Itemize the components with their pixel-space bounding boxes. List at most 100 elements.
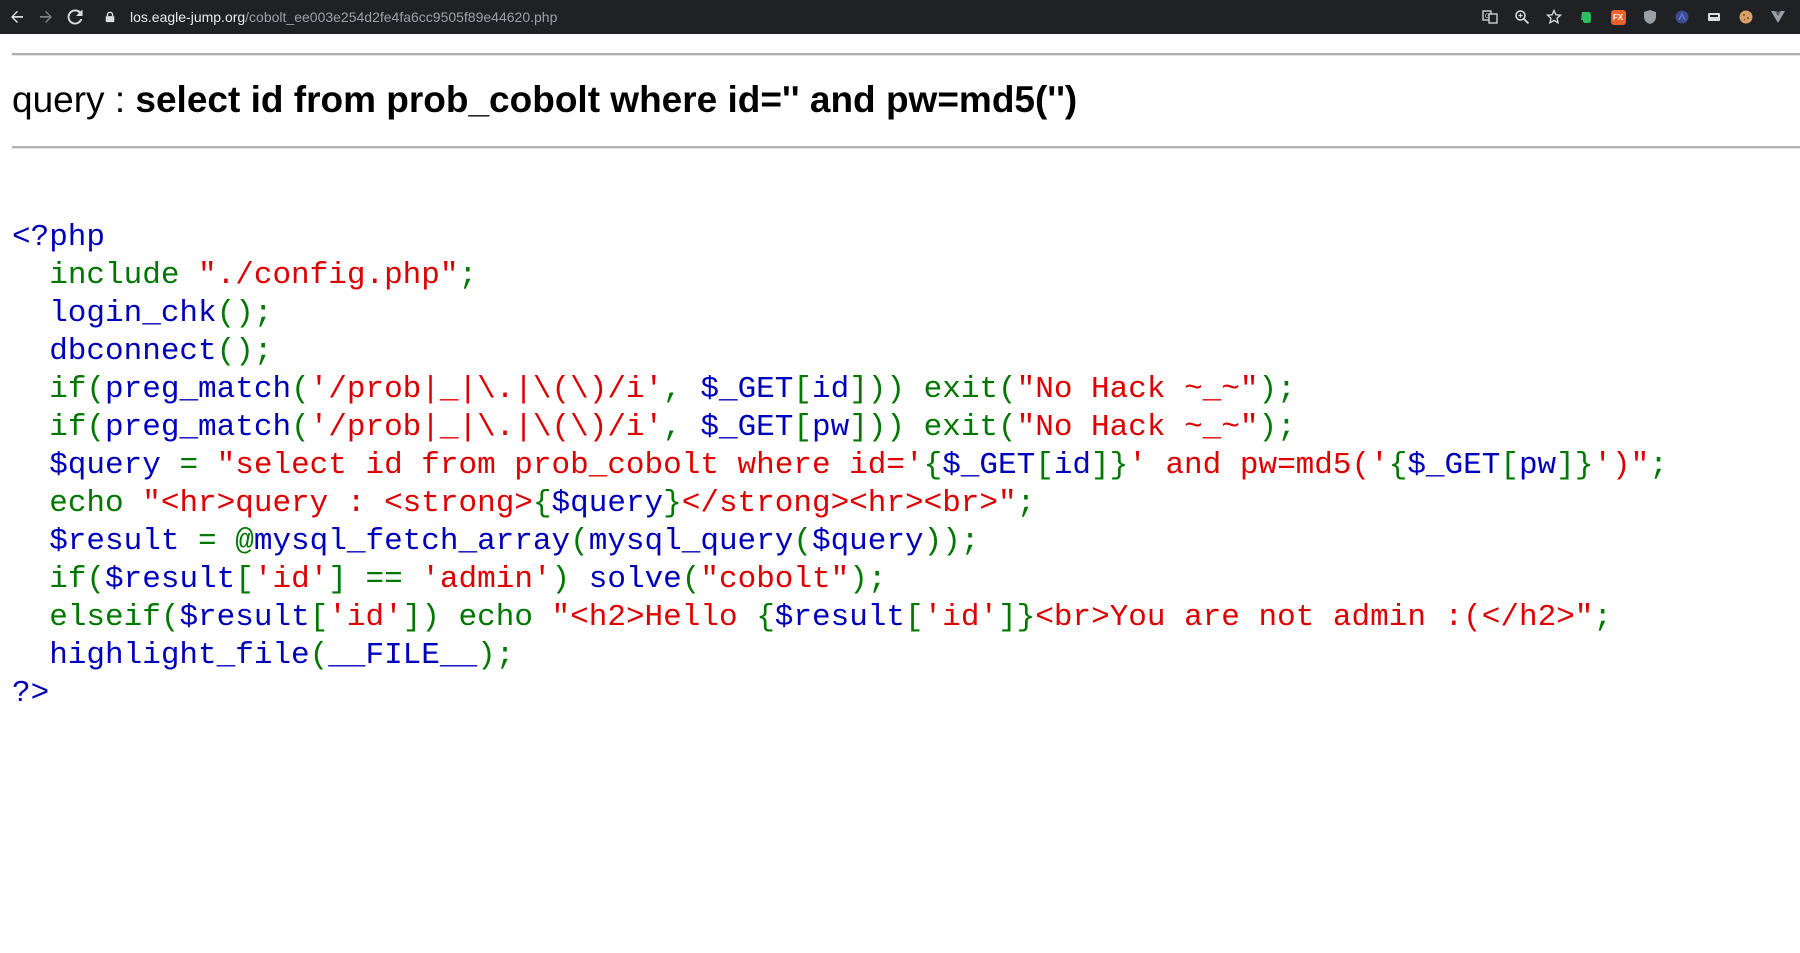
code-token: [ <box>1035 448 1054 483</box>
code-token: { <box>756 600 775 635</box>
code-line: dbconnect(); <box>12 333 1668 371</box>
code-token: [ <box>1500 448 1519 483</box>
code-token: ')" <box>1593 448 1650 483</box>
lock-icon[interactable] <box>104 10 118 24</box>
fx-extension-badge: FX <box>1610 9 1626 25</box>
ublock-shield-icon[interactable] <box>1637 4 1663 30</box>
code-token: "./config.php" <box>198 258 459 293</box>
code-token: preg_match <box>105 372 292 407</box>
back-button[interactable] <box>5 5 29 29</box>
code-token: '/prob|_|\.|\(\)/i' <box>309 410 664 445</box>
code-token: { <box>532 486 552 521</box>
url-path: /cobolt_ee003e254d2fe4fa6cc9505f89e44620… <box>245 9 558 25</box>
code-token: ]) echo <box>402 600 552 635</box>
address-bar[interactable]: los.eagle-jump.org/cobolt_ee003e254d2fe4… <box>96 3 1556 31</box>
code-token: $_GET <box>700 372 794 407</box>
code-token: ])) exit( <box>849 410 1017 445</box>
bottom-divider <box>12 146 1800 149</box>
url-text[interactable]: los.eagle-jump.org/cobolt_ee003e254d2fe4… <box>130 9 557 25</box>
code-token: elseif( <box>49 600 180 635</box>
evernote-icon[interactable] <box>1573 4 1599 30</box>
code-token: { <box>923 448 943 483</box>
code-token: , <box>663 372 701 407</box>
code-token: ); <box>849 562 887 597</box>
code-token: mysql_query <box>588 524 794 559</box>
code-token: ; <box>458 258 478 293</box>
code-token: $result <box>105 562 236 597</box>
vue-devtools-icon[interactable] <box>1765 4 1791 30</box>
code-token: ); <box>1258 372 1296 407</box>
code-token: preg_match <box>105 410 292 445</box>
code-token: $_GET <box>700 410 794 445</box>
code-line: login_chk(); <box>12 295 1668 333</box>
arrow-left-icon <box>11 10 23 23</box>
code-line: if(preg_match('/prob|_|\.|\(\)/i', $_GET… <box>12 409 1668 447</box>
code-token: { <box>1388 448 1408 483</box>
zoom-icon[interactable] <box>1509 4 1535 30</box>
code-token: mysql_fetch_array <box>253 524 571 559</box>
code-token: "<hr>query : <strong> <box>142 486 533 521</box>
forward-button[interactable] <box>34 5 58 29</box>
fx-extension-icon[interactable]: FX <box>1605 4 1631 30</box>
code-token: pw <box>1518 448 1557 483</box>
code-token: "No Hack ~_~" <box>1016 410 1259 445</box>
code-token: ( <box>681 562 701 597</box>
translate-icon[interactable]: G <box>1477 4 1503 30</box>
code-token: ]} <box>1556 448 1594 483</box>
reload-button[interactable] <box>63 5 87 29</box>
code-line: if(preg_match('/prob|_|\.|\(\)/i', $_GET… <box>12 371 1668 409</box>
bookmark-star-icon[interactable] <box>1541 4 1567 30</box>
code-token: id <box>811 372 850 407</box>
cookie-icon[interactable] <box>1733 4 1759 30</box>
query-text: select id from prob_cobolt where id='' a… <box>135 79 1078 120</box>
code-token: ' and pw=md5(' <box>1128 448 1389 483</box>
top-divider <box>12 53 1800 56</box>
code-token: [ <box>905 600 924 635</box>
code-token: highlight_file <box>12 638 310 673</box>
code-token: "select id from prob_cobolt where id=' <box>216 448 924 483</box>
code-token: ) <box>551 562 589 597</box>
code-token: ( <box>291 410 310 445</box>
code-token: (); <box>216 296 273 331</box>
code-token: __FILE__ <box>328 638 478 673</box>
code-line: echo "<hr>query : <strong>{$query}</stro… <box>12 485 1668 523</box>
code-token: ( <box>309 638 329 673</box>
code-token: 'id' <box>328 600 403 635</box>
code-token: $result <box>12 524 199 559</box>
code-token: $query <box>811 524 924 559</box>
code-token: $query <box>551 486 664 521</box>
code-token: ); <box>1258 410 1296 445</box>
code-token: $_GET <box>1407 448 1501 483</box>
code-token: <?php <box>12 220 106 255</box>
code-line: ?> <box>12 675 1668 713</box>
code-token: ); <box>477 638 515 673</box>
screen-capture-icon[interactable] <box>1701 4 1727 30</box>
code-token: "cobolt" <box>700 562 850 597</box>
code-token: '/prob|_|\.|\(\)/i' <box>309 372 664 407</box>
code-line: $result = @mysql_fetch_array(mysql_query… <box>12 523 1668 561</box>
code-line: $query = "select id from prob_cobolt whe… <box>12 447 1668 485</box>
code-token: "<h2>Hello <box>551 600 757 635</box>
code-token: $query <box>12 448 180 483</box>
code-token: )); <box>923 524 980 559</box>
code-token: } <box>663 486 682 521</box>
code-token: $result <box>774 600 906 635</box>
arrow-right-icon <box>40 10 52 23</box>
code-token: , <box>663 410 701 445</box>
code-token: <br>You are not admin :(</h2>" <box>1035 600 1594 635</box>
code-token: pw <box>811 410 850 445</box>
code-token: [ <box>793 410 812 445</box>
proxy-extension-icon[interactable] <box>1669 4 1695 30</box>
code-token: solve <box>588 562 682 597</box>
code-token: ]} <box>998 600 1036 635</box>
query-label: query : <box>12 79 136 120</box>
query-display: query : select id from prob_cobolt where… <box>12 77 1077 123</box>
code-token: echo <box>49 486 143 521</box>
code-token: ( <box>291 372 310 407</box>
code-token: ])) exit( <box>849 372 1017 407</box>
code-line: if($result['id'] == 'admin') solve("cobo… <box>12 561 1668 599</box>
